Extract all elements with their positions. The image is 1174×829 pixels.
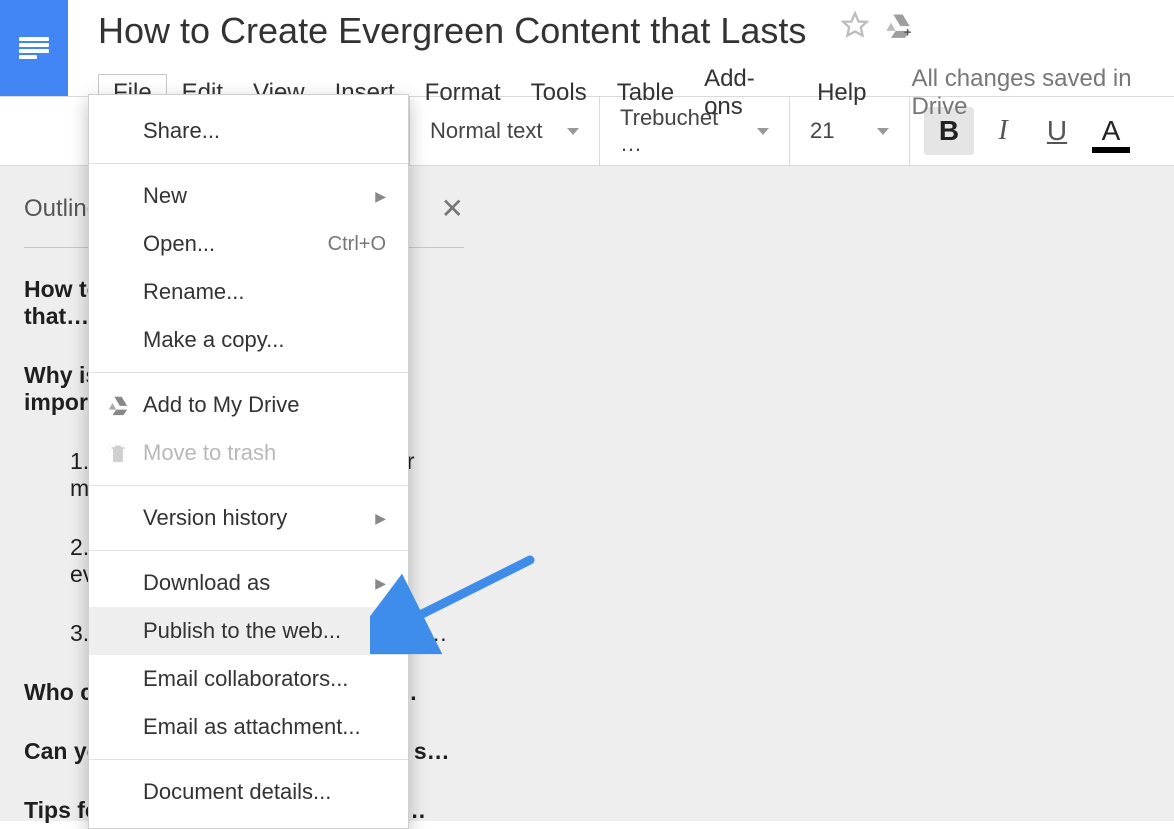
text-color-label: A — [1102, 115, 1121, 147]
star-icon[interactable] — [841, 11, 869, 39]
file-menu-email-attachment[interactable]: Email as attachment... — [89, 703, 408, 751]
caret-icon — [877, 128, 889, 135]
menu-tools[interactable]: Tools — [516, 74, 602, 112]
caret-icon — [757, 128, 769, 135]
menu-table[interactable]: Table — [602, 74, 689, 112]
close-icon[interactable]: ✕ — [441, 192, 464, 225]
menu-format[interactable]: Format — [410, 74, 516, 112]
drive-add-icon — [105, 392, 131, 418]
docs-logo[interactable] — [0, 0, 68, 96]
text-color-button[interactable]: A — [1086, 107, 1136, 155]
file-menu-move-to-trash: Move to trash — [89, 429, 408, 477]
file-menu-add-to-drive[interactable]: Add to My Drive — [89, 381, 408, 429]
file-menu-dropdown: Share... New ▶ Open... Ctrl+O Rename... … — [88, 94, 409, 829]
file-menu-version-history[interactable]: Version history ▶ — [89, 494, 408, 542]
chevron-right-icon: ▶ — [375, 510, 386, 527]
file-menu-email-collaborators[interactable]: Email collaborators... — [89, 655, 408, 703]
add-to-drive-icon[interactable]: + — [883, 11, 913, 39]
chevron-right-icon: ▶ — [375, 188, 386, 205]
file-menu-download-as[interactable]: Download as ▶ — [89, 559, 408, 607]
file-menu-rename[interactable]: Rename... — [89, 268, 408, 316]
file-menu-document-details[interactable]: Document details... — [89, 768, 408, 816]
menu-addons[interactable]: Add-ons — [689, 60, 802, 126]
menu-help[interactable]: Help — [802, 74, 881, 112]
svg-text:+: + — [904, 25, 912, 39]
chevron-right-icon: ▶ — [375, 575, 386, 592]
file-menu-publish-web[interactable]: Publish to the web... — [89, 607, 408, 655]
file-menu-share[interactable]: Share... — [89, 107, 408, 155]
file-menu-make-copy[interactable]: Make a copy... — [89, 316, 408, 364]
caret-icon — [567, 128, 579, 135]
docs-logo-lines — [19, 37, 49, 59]
document-title[interactable]: How to Create Evergreen Content that Las… — [98, 10, 816, 52]
trash-icon — [105, 440, 131, 466]
file-menu-open[interactable]: Open... Ctrl+O — [89, 220, 408, 268]
file-menu-new[interactable]: New ▶ — [89, 172, 408, 220]
shortcut-label: Ctrl+O — [328, 233, 386, 256]
text-color-bar — [1092, 147, 1130, 153]
